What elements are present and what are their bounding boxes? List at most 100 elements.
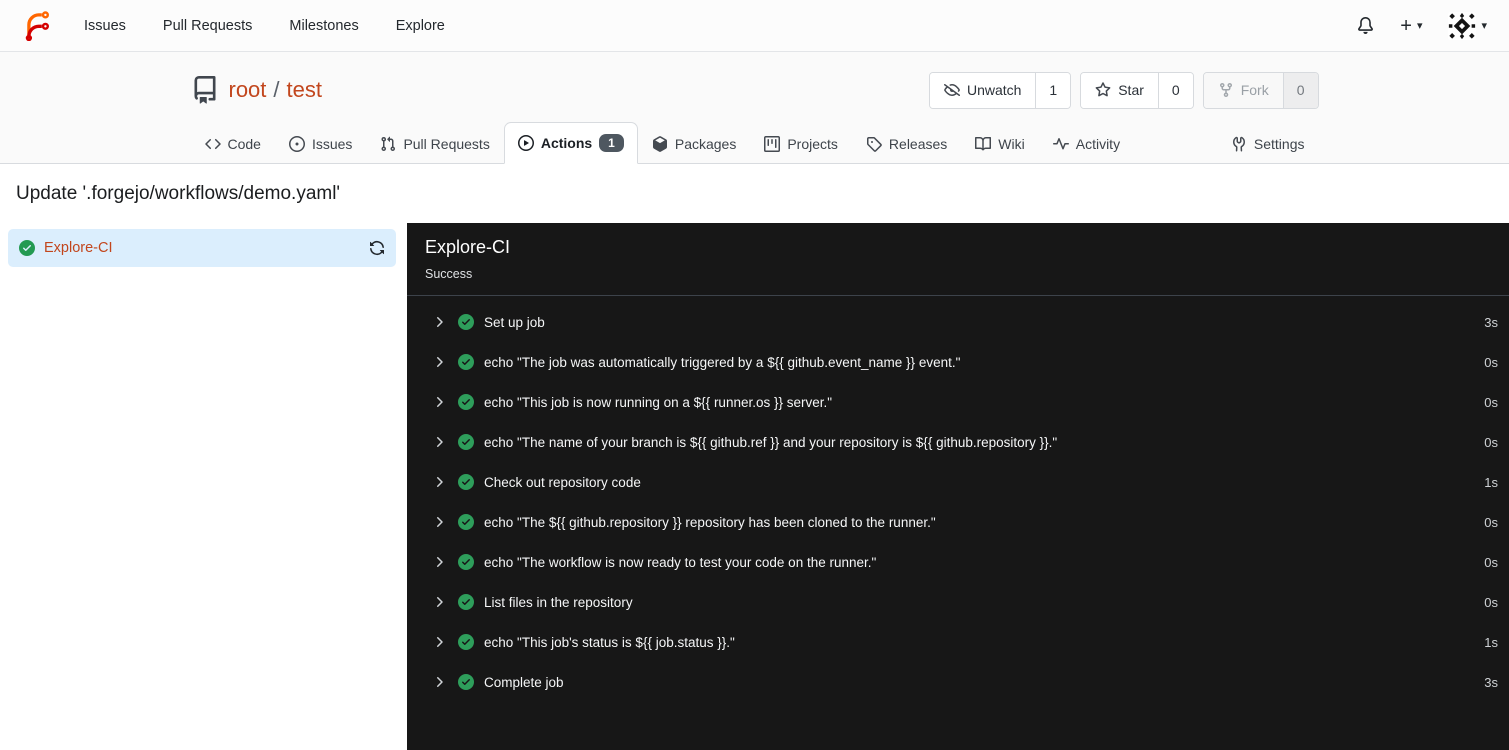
job-steps-list: Set up job 3s echo "The job was automati…: [407, 296, 1509, 702]
tab-label: Projects: [787, 136, 838, 152]
step-name: echo "The ${{ github.repository }} repos…: [484, 514, 936, 530]
step-row[interactable]: echo "The job was automatically triggere…: [431, 342, 1499, 382]
chevron-right-icon[interactable]: [431, 314, 447, 330]
tab-label: Activity: [1075, 136, 1121, 152]
step-duration: 3s: [1484, 674, 1498, 690]
code-icon: [204, 138, 221, 150]
step-duration: 3s: [1484, 314, 1498, 330]
navbar-right: + ▾ ▾: [1357, 11, 1487, 40]
step-duration: 0s: [1484, 354, 1498, 370]
jobs-sidebar: Explore-CI: [0, 223, 407, 750]
book-icon: [975, 136, 992, 151]
unwatch-button-group: Unwatch 1: [928, 71, 1072, 109]
check-circle-icon: [458, 474, 474, 490]
stars-count[interactable]: 0: [1157, 72, 1193, 108]
fork-icon: [1219, 83, 1232, 98]
chevron-right-icon[interactable]: [431, 434, 447, 450]
step-row[interactable]: echo "The name of your branch is ${{ git…: [431, 422, 1499, 462]
step-name: Complete job: [484, 674, 564, 690]
check-circle-icon: [458, 354, 474, 370]
check-circle-icon: [458, 394, 474, 410]
workflow-run-title: Update '.forgejo/workflows/demo.yaml': [16, 183, 341, 204]
repo-breadcrumb: root / test: [229, 77, 323, 103]
play-circle-icon: [517, 135, 534, 151]
nav-pull-requests[interactable]: Pull Requests: [163, 18, 252, 34]
unwatch-button[interactable]: Unwatch: [929, 72, 1036, 108]
chevron-right-icon[interactable]: [431, 474, 447, 490]
plus-icon: +: [1400, 14, 1412, 37]
step-name: List files in the repository: [484, 594, 633, 610]
tab-activity[interactable]: Activity: [1039, 124, 1134, 164]
step-name: echo "This job is now running on a ${{ r…: [484, 394, 833, 410]
chevron-right-icon[interactable]: [431, 554, 447, 570]
job-name: Explore-CI: [44, 240, 113, 256]
step-duration: 1s: [1484, 634, 1498, 650]
step-name: echo "This job's status is ${{ job.statu…: [484, 634, 735, 650]
step-duration: 1s: [1484, 474, 1498, 490]
star-icon: [1095, 82, 1111, 97]
create-new-dropdown[interactable]: + ▾: [1400, 16, 1422, 36]
nav-issues[interactable]: Issues: [84, 18, 126, 34]
nav-milestones[interactable]: Milestones: [289, 18, 358, 34]
tab-label: Code: [227, 136, 261, 152]
chevron-right-icon[interactable]: [431, 674, 447, 690]
check-circle-icon: [458, 594, 474, 610]
user-menu[interactable]: ▾: [1448, 11, 1487, 40]
forgejo-logo-icon[interactable]: [22, 10, 52, 41]
tab-code[interactable]: Code: [191, 124, 275, 164]
repository-icon: [191, 76, 219, 104]
tab-label: Issues: [311, 136, 353, 152]
nav-explore[interactable]: Explore: [396, 18, 445, 34]
fork-button: Fork: [1203, 72, 1283, 108]
fork-label: Fork: [1240, 82, 1269, 98]
unwatch-label: Unwatch: [966, 82, 1022, 98]
rerun-job-icon[interactable]: [369, 240, 385, 256]
job-item-explore-ci[interactable]: Explore-CI: [8, 229, 396, 267]
step-row[interactable]: echo "This job is now running on a ${{ r…: [431, 382, 1499, 422]
watchers-count[interactable]: 1: [1035, 72, 1071, 108]
chevron-right-icon[interactable]: [431, 354, 447, 370]
project-board-icon: [764, 136, 781, 152]
step-row[interactable]: echo "The ${{ github.repository }} repos…: [431, 502, 1499, 542]
check-circle-icon: [19, 240, 35, 256]
step-name: echo "The name of your branch is ${{ git…: [484, 434, 1058, 450]
step-row[interactable]: List files in the repository 0s: [431, 582, 1499, 622]
star-button-group: Star 0: [1080, 71, 1194, 109]
repo-name-link[interactable]: test: [287, 77, 322, 103]
step-row[interactable]: Check out repository code 1s: [431, 462, 1499, 502]
chevron-right-icon[interactable]: [431, 394, 447, 410]
check-circle-icon: [458, 554, 474, 570]
tab-releases[interactable]: Releases: [852, 124, 961, 164]
tab-packages[interactable]: Packages: [638, 124, 750, 164]
step-row[interactable]: Set up job 3s: [431, 302, 1499, 342]
star-label: Star: [1118, 82, 1144, 98]
repo-action-buttons: Unwatch 1 Star 0 Fork 0: [928, 71, 1319, 109]
job-log-panel: Explore-CI Success Set up job 3s echo "T…: [407, 223, 1509, 750]
step-row[interactable]: echo "The workflow is now ready to test …: [431, 542, 1499, 582]
job-status: Success: [425, 267, 473, 281]
tools-icon: [1232, 136, 1245, 152]
tab-settings[interactable]: Settings: [1217, 124, 1319, 164]
tab-issues[interactable]: Issues: [275, 124, 366, 164]
git-pull-request-icon: [381, 136, 396, 152]
chevron-right-icon[interactable]: [431, 634, 447, 650]
tab-projects[interactable]: Projects: [750, 124, 852, 164]
step-duration: 0s: [1484, 554, 1498, 570]
step-row[interactable]: Complete job 3s: [431, 662, 1499, 702]
tab-label: Settings: [1253, 136, 1305, 152]
chevron-right-icon[interactable]: [431, 514, 447, 530]
chevron-right-icon[interactable]: [431, 594, 447, 610]
step-row[interactable]: echo "This job's status is ${{ job.statu…: [431, 622, 1499, 662]
package-icon: [652, 136, 667, 152]
tab-actions[interactable]: Actions 1: [503, 122, 638, 164]
issue-opened-icon: [288, 136, 305, 152]
tab-pull-requests[interactable]: Pull Requests: [366, 124, 503, 164]
notifications-bell-icon[interactable]: [1357, 17, 1374, 34]
actions-count-badge: 1: [599, 134, 624, 152]
tab-label: Packages: [674, 136, 737, 152]
tab-wiki[interactable]: Wiki: [961, 124, 1038, 164]
repo-owner-link[interactable]: root: [229, 77, 267, 103]
chevron-down-icon: ▾: [1416, 20, 1423, 32]
star-button[interactable]: Star: [1081, 72, 1158, 108]
check-circle-icon: [458, 314, 474, 330]
